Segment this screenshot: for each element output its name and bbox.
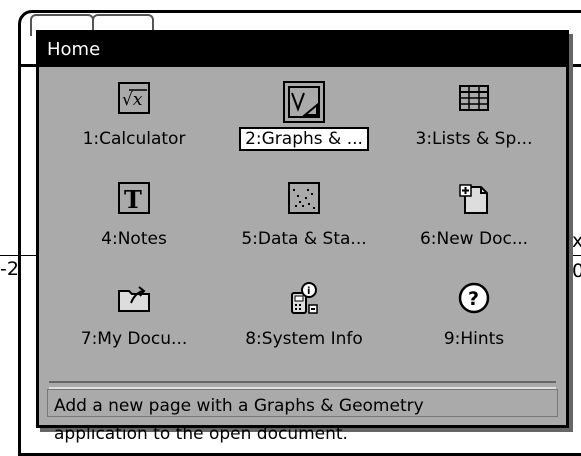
- app-system-info[interactable]: i 8:System Info: [219, 273, 389, 373]
- svg-text:T: T: [124, 185, 142, 214]
- svg-text:i: i: [307, 286, 310, 297]
- app-data-statistics[interactable]: 5:Data & Sta...: [219, 173, 389, 273]
- app-label: 5:Data & Sta...: [241, 229, 367, 249]
- app-new-document[interactable]: 6:New Doc...: [389, 173, 559, 273]
- home-menu-dialog: Home √x 1:Calculator 2:Graphs & ... 3:Li…: [36, 30, 569, 444]
- folder-icon: [118, 286, 150, 312]
- divider: [49, 381, 556, 389]
- description-line-2: application to the open document.: [54, 424, 348, 444]
- app-hints[interactable]: ? 9:Hints: [389, 273, 559, 373]
- app-my-documents[interactable]: 7:My Docu...: [49, 273, 219, 373]
- selection-description: Add a new page with a Graphs & Geometry …: [47, 389, 558, 444]
- app-grid: √x 1:Calculator 2:Graphs & ... 3:Lists &…: [49, 73, 559, 373]
- app-label: 4:Notes: [101, 229, 167, 249]
- app-label: 8:System Info: [245, 329, 363, 349]
- app-label-selected: 2:Graphs & ...: [219, 127, 389, 151]
- description-line-1: Add a new page with a Graphs & Geometry: [54, 396, 424, 416]
- spreadsheet-icon: [459, 85, 489, 111]
- calculator-icon: √x: [118, 82, 150, 114]
- axis-value: 0: [572, 260, 581, 282]
- notes-icon: T: [118, 182, 150, 214]
- app-calculator[interactable]: √x 1:Calculator: [49, 73, 219, 173]
- help-icon: ?: [458, 282, 490, 314]
- graphs-icon: [283, 81, 325, 123]
- axis-tick-label: -2: [0, 258, 19, 280]
- app-notes[interactable]: T 4:Notes: [49, 173, 219, 273]
- svg-text:√x: √x: [122, 90, 143, 110]
- axis-line: [0, 255, 36, 256]
- dialog-title: Home: [39, 33, 566, 67]
- axis-line: [569, 255, 581, 256]
- app-lists-spreadsheet[interactable]: 3:Lists & Sp...: [389, 73, 559, 173]
- system-info-icon: i: [291, 282, 318, 314]
- app-label: 7:My Docu...: [80, 329, 188, 349]
- app-label: 1:Calculator: [82, 129, 186, 149]
- new-document-icon: [459, 184, 488, 214]
- app-label: 9:Hints: [443, 329, 505, 349]
- app-label: 3:Lists & Sp...: [415, 129, 533, 149]
- data-stats-icon: [288, 182, 320, 214]
- app-label: 6:New Doc...: [419, 229, 529, 249]
- svg-text:?: ?: [468, 288, 479, 310]
- app-graphs-geometry[interactable]: 2:Graphs & ...: [219, 73, 389, 173]
- axis-label: x: [572, 230, 581, 252]
